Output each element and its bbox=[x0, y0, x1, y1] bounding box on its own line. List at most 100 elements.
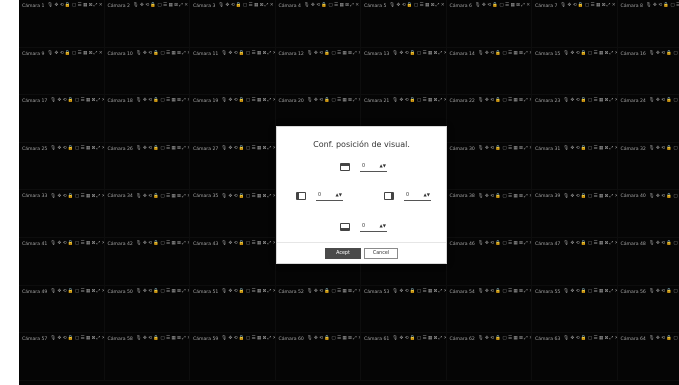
microphone-icon[interactable]: 🎙 bbox=[133, 4, 139, 9]
move-icon[interactable]: ✥ bbox=[399, 99, 403, 104]
move-icon[interactable]: ✥ bbox=[143, 242, 147, 247]
list-icon[interactable]: ☰ bbox=[166, 337, 170, 342]
list-icon[interactable]: ☰ bbox=[508, 146, 512, 152]
rotate-icon[interactable]: ⟲ bbox=[234, 289, 238, 295]
lock-icon[interactable]: 🔒 bbox=[581, 99, 587, 104]
lock-icon[interactable]: 🔒 bbox=[153, 194, 159, 200]
zoom-icon[interactable]: ⊠ bbox=[519, 146, 523, 152]
grid-icon[interactable]: ▦ bbox=[171, 99, 175, 104]
move-icon[interactable]: ✥ bbox=[399, 289, 403, 295]
square-icon[interactable]: ▢ bbox=[160, 51, 164, 57]
lock-icon[interactable]: 🔒 bbox=[495, 242, 501, 247]
grid-icon[interactable]: ▦ bbox=[599, 242, 603, 247]
zoom-icon[interactable]: ⊠ bbox=[174, 4, 178, 9]
square-icon[interactable]: ▢ bbox=[673, 99, 677, 104]
list-icon[interactable]: ☰ bbox=[249, 4, 253, 9]
square-icon[interactable]: ▢ bbox=[331, 289, 335, 295]
grid-icon[interactable]: ▦ bbox=[599, 51, 603, 57]
rotate-icon[interactable]: ⟲ bbox=[661, 289, 665, 295]
expand-icon[interactable]: ⤢ bbox=[268, 146, 272, 152]
zoom-icon[interactable]: ⊠ bbox=[177, 99, 181, 104]
camera-tile[interactable]: Cámara 12🎙✥⟲🔒▢☰▦⊠⤢✕ bbox=[275, 47, 361, 96]
microphone-icon[interactable]: 🎙 bbox=[649, 194, 655, 200]
camera-tile[interactable]: Cámara 24🎙✥⟲🔒▢☰▦⊠⤢✕ bbox=[617, 95, 679, 143]
zoom-icon[interactable]: ⊠ bbox=[92, 242, 96, 247]
lock-icon[interactable]: 🔒 bbox=[495, 99, 501, 104]
rotate-icon[interactable]: ⟲ bbox=[487, 4, 491, 9]
square-icon[interactable]: ▢ bbox=[75, 337, 79, 342]
lock-icon[interactable]: 🔒 bbox=[581, 289, 587, 295]
grid-icon[interactable]: ▦ bbox=[86, 289, 90, 295]
lock-icon[interactable]: 🔒 bbox=[239, 194, 245, 200]
camera-tile[interactable]: Cámara 3 🎙 ✥ ⟲ 🔒 ▢ ☰ ▦ ⊠ ⤢ ✕ bbox=[190, 0, 276, 48]
lock-icon[interactable]: 🔒 bbox=[68, 337, 74, 342]
rotate-icon[interactable]: ⟲ bbox=[148, 194, 152, 200]
microphone-icon[interactable]: 🎙 bbox=[50, 146, 56, 152]
camera-tile[interactable]: Cámara 56🎙✥⟲🔒▢☰▦⊠⤢✕ bbox=[617, 286, 679, 334]
rotate-icon[interactable]: ⟲ bbox=[576, 51, 580, 57]
rotate-icon[interactable]: ⟲ bbox=[490, 194, 494, 200]
square-icon[interactable]: ▢ bbox=[673, 51, 677, 57]
camera-tile[interactable]: Cámara 50🎙✥⟲🔒▢☰▦⊠⤢✕ bbox=[104, 285, 190, 334]
camera-tile[interactable]: Cámara 54🎙✥⟲🔒▢☰▦⊠⤢✕ bbox=[446, 285, 532, 334]
microphone-icon[interactable]: 🎙 bbox=[563, 194, 569, 200]
grid-icon[interactable]: ▦ bbox=[171, 194, 175, 200]
camera-tile[interactable]: Cámara 1 🎙 ✥ ⟲ 🔒 ▢ ☰ ▦ ⊠ ⤢ ✕ bbox=[19, 0, 105, 48]
square-icon[interactable]: ▢ bbox=[75, 146, 79, 152]
rotate-icon[interactable]: ⟲ bbox=[63, 99, 67, 104]
zoom-icon[interactable]: ⊠ bbox=[92, 99, 96, 104]
list-icon[interactable]: ☰ bbox=[508, 242, 512, 247]
camera-tile[interactable]: Cámara 40🎙✥⟲🔒▢☰▦⊠⤢✕ bbox=[617, 190, 679, 238]
square-icon[interactable]: ▢ bbox=[246, 146, 250, 152]
camera-tile[interactable]: Cámara 10🎙✥⟲🔒▢☰▦⊠⤢✕ bbox=[104, 47, 190, 96]
camera-tile[interactable]: Cámara 46🎙✥⟲🔒▢☰▦⊠⤢✕ bbox=[446, 237, 532, 286]
expand-icon[interactable]: ⤢ bbox=[268, 194, 272, 200]
microphone-icon[interactable]: 🎙 bbox=[136, 51, 142, 57]
move-icon[interactable]: ✥ bbox=[55, 4, 59, 9]
microphone-icon[interactable]: 🎙 bbox=[563, 242, 569, 247]
camera-tile[interactable]: Cámara 8🎙✥⟲🔒▢☰▦⊠⤢✕ bbox=[617, 0, 679, 48]
camera-tile[interactable]: Cámara 47🎙✥⟲🔒▢☰▦⊠⤢✕ bbox=[532, 237, 618, 286]
rotate-icon[interactable]: ⟲ bbox=[231, 4, 235, 9]
lock-icon[interactable]: 🔒 bbox=[663, 4, 669, 9]
move-icon[interactable]: ✥ bbox=[228, 289, 232, 295]
zoom-icon[interactable]: ⊠ bbox=[519, 289, 523, 295]
lock-icon[interactable]: 🔒 bbox=[666, 242, 672, 247]
lock-icon[interactable]: 🔒 bbox=[153, 289, 159, 295]
camera-tile[interactable]: Cámara 15🎙✥⟲🔒▢☰▦⊠⤢✕ bbox=[532, 47, 618, 96]
right-offset-spinner[interactable]: 0 ▲▼ bbox=[404, 191, 431, 201]
grid-icon[interactable]: ▦ bbox=[513, 242, 517, 247]
microphone-icon[interactable]: 🎙 bbox=[563, 51, 569, 57]
camera-tile[interactable]: Cámara 17🎙✥⟲🔒▢☰▦⊠⤢✕ bbox=[19, 95, 105, 143]
move-icon[interactable]: ✥ bbox=[656, 337, 660, 342]
lock-icon[interactable]: 🔒 bbox=[581, 337, 587, 342]
microphone-icon[interactable]: 🎙 bbox=[307, 337, 313, 342]
square-icon[interactable]: ▢ bbox=[502, 242, 506, 247]
rotate-icon[interactable]: ⟲ bbox=[658, 4, 662, 9]
rotate-icon[interactable]: ⟲ bbox=[63, 337, 67, 342]
right-offset-arrows-icon[interactable]: ▲▼ bbox=[424, 193, 430, 197]
microphone-icon[interactable]: 🎙 bbox=[478, 99, 484, 104]
expand-icon[interactable]: ⤢ bbox=[182, 242, 186, 247]
expand-icon[interactable]: ⤢ bbox=[268, 337, 272, 342]
zoom-icon[interactable]: ⊠ bbox=[434, 289, 438, 295]
list-icon[interactable]: ☰ bbox=[80, 146, 84, 152]
microphone-icon[interactable]: 🎙 bbox=[50, 337, 56, 342]
move-icon[interactable]: ✥ bbox=[228, 99, 232, 104]
grid-icon[interactable]: ▦ bbox=[171, 242, 175, 247]
microphone-icon[interactable]: 🎙 bbox=[136, 242, 142, 247]
camera-tile[interactable]: Cámara 16🎙✥⟲🔒▢☰▦⊠⤢✕ bbox=[617, 48, 679, 96]
zoom-icon[interactable]: ⊠ bbox=[519, 51, 523, 57]
move-icon[interactable]: ✥ bbox=[226, 4, 230, 9]
microphone-icon[interactable]: 🎙 bbox=[307, 289, 313, 295]
expand-icon[interactable]: ⤢ bbox=[182, 194, 186, 200]
camera-tile[interactable]: Cámara 35🎙✥⟲🔒▢☰▦⊠⤢✕ bbox=[190, 190, 276, 238]
lock-icon[interactable]: 🔒 bbox=[321, 4, 327, 9]
expand-icon[interactable]: ⤢ bbox=[610, 289, 614, 295]
move-icon[interactable]: ✥ bbox=[314, 289, 318, 295]
lock-icon[interactable]: 🔒 bbox=[581, 194, 587, 200]
square-icon[interactable]: ▢ bbox=[502, 99, 506, 104]
zoom-icon[interactable]: ⊠ bbox=[177, 289, 181, 295]
microphone-icon[interactable]: 🎙 bbox=[649, 242, 655, 247]
grid-icon[interactable]: ▦ bbox=[513, 99, 517, 104]
